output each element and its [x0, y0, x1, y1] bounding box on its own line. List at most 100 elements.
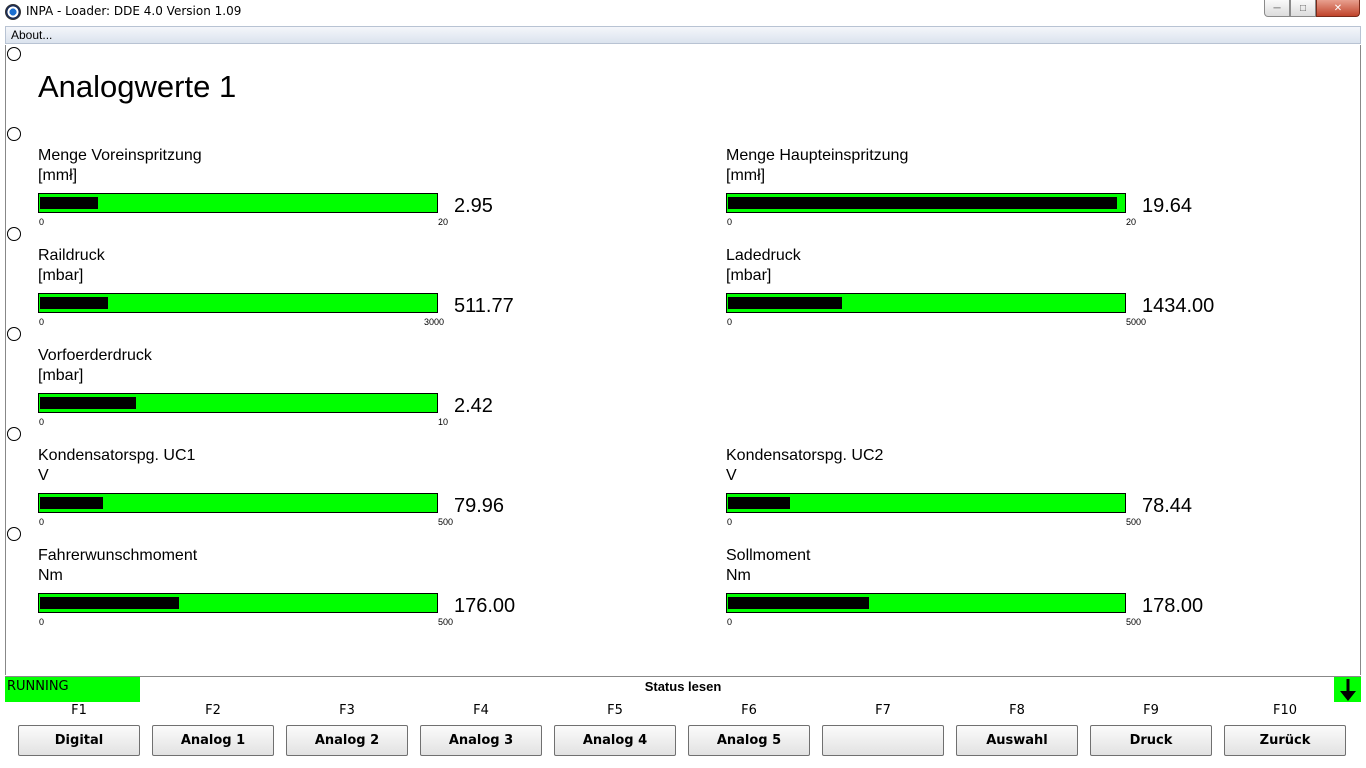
gauge-label: Kondensatorspg. UC2	[726, 447, 884, 464]
minimize-button[interactable]: ─	[1264, 0, 1290, 17]
druck-button[interactable]: Druck	[1090, 725, 1212, 756]
gauge-min: 0	[727, 617, 733, 627]
fkey-f2: F2 Analog 1	[152, 702, 274, 758]
main-panel: Analogwerte 1 Menge Voreinspritzung [mmł…	[5, 45, 1361, 675]
fkey-label: F6	[741, 703, 757, 718]
title-bar: INPA - Loader: DDE 4.0 Version 1.09 ─ □ …	[0, 0, 1366, 26]
gauge-fill	[728, 297, 842, 309]
gauge-max: 500	[1126, 617, 1142, 627]
gauge-bar	[726, 593, 1126, 613]
gauge-value: 511.77	[454, 295, 514, 317]
gauge-fill	[728, 197, 1117, 209]
gauge: Kondensatorspg. UC2 V 78.44 0 500	[726, 447, 1226, 537]
f7-button[interactable]	[822, 725, 944, 756]
radio-button[interactable]	[7, 227, 21, 241]
gauge-min: 0	[727, 317, 733, 327]
gauge-unit: Nm	[38, 567, 63, 584]
gauge-bar	[38, 193, 438, 213]
gauge-fill	[40, 397, 136, 409]
gauge-unit: Nm	[726, 567, 751, 584]
radio-button[interactable]	[7, 47, 21, 61]
gauge-unit: V	[38, 467, 49, 484]
radio-button[interactable]	[7, 527, 21, 541]
gauge-value: 178.00	[1142, 595, 1204, 617]
gauge-fill	[40, 197, 98, 209]
gauge-value: 79.96	[454, 495, 505, 517]
fkey-label: F3	[339, 703, 355, 718]
gauge-label: Menge Voreinspritzung	[38, 147, 202, 164]
fkey-f6: F6 Analog 5	[688, 702, 810, 758]
gauge-max: 500	[438, 517, 454, 527]
gauge: Sollmoment Nm 178.00 0 500	[726, 547, 1226, 637]
maximize-button[interactable]: □	[1290, 0, 1316, 17]
gauge-max: 20	[438, 217, 449, 227]
gauge-value: 2.95	[454, 195, 493, 217]
gauge-max: 10	[438, 417, 449, 427]
gauge-unit: [mbar]	[726, 267, 772, 284]
gauge-min: 0	[39, 417, 45, 427]
radio-button[interactable]	[7, 127, 21, 141]
gauge-min: 0	[727, 217, 733, 227]
gauge: Menge Haupteinspritzung [mmł] 19.64 0 20	[726, 147, 1226, 237]
gauge-max: 500	[438, 617, 454, 627]
gauge-bar	[726, 493, 1126, 513]
fkey-f1: F1 Digital	[18, 702, 140, 758]
fkey-label: F10	[1272, 703, 1298, 718]
gauge-max: 20	[1126, 217, 1137, 227]
analog-5-button[interactable]: Analog 5	[688, 725, 810, 756]
close-button[interactable]: ✕	[1316, 0, 1360, 17]
gauge: Kondensatorspg. UC1 V 79.96 0 500	[38, 447, 538, 537]
gauge-fill	[728, 597, 869, 609]
scroll-down-button[interactable]	[1334, 677, 1361, 703]
gauge-unit: [mmł]	[38, 167, 78, 184]
gauge-min: 0	[39, 617, 45, 627]
gauge: Ladedruck [mbar] 1434.00 0 5000	[726, 247, 1226, 337]
menu-bar: About...	[5, 26, 1361, 44]
gauge-value: 78.44	[1142, 495, 1193, 517]
gauge: Vorfoerderdruck [mbar] 2.42 0 10	[38, 347, 538, 437]
gauge-fill	[40, 297, 108, 309]
gauge-label: Raildruck	[38, 247, 105, 264]
radio-button[interactable]	[7, 427, 21, 441]
gauge: Raildruck [mbar] 511.77 0 3000	[38, 247, 538, 337]
radio-button[interactable]	[7, 327, 21, 341]
gauge-min: 0	[39, 517, 45, 527]
digital-button[interactable]: Digital	[18, 725, 140, 756]
fkey-label: F7	[875, 703, 891, 718]
gauge-label: Ladedruck	[726, 247, 801, 264]
gauge-value: 176.00	[454, 595, 516, 617]
gauge-bar	[38, 393, 438, 413]
gauge-bar	[38, 493, 438, 513]
fkey-f10: F10 Zurück	[1224, 702, 1346, 758]
gauge: Fahrerwunschmoment Nm 176.00 0 500	[38, 547, 538, 637]
fkey-label: F1	[71, 703, 87, 718]
auswahl-button[interactable]: Auswahl	[956, 725, 1078, 756]
gauge-fill	[40, 497, 103, 509]
gauge-max: 5000	[1126, 317, 1147, 327]
gauge-label: Menge Haupteinspritzung	[726, 147, 909, 164]
fkey-f9: F9 Druck	[1090, 702, 1212, 758]
analog-1-button[interactable]: Analog 1	[152, 725, 274, 756]
down-arrow-icon	[1339, 679, 1356, 701]
analog-2-button[interactable]: Analog 2	[286, 725, 408, 756]
gauge-label: Kondensatorspg. UC1	[38, 447, 196, 464]
menu-about[interactable]: About...	[11, 28, 52, 42]
gauge-max: 500	[1126, 517, 1142, 527]
fkey-f3: F3 Analog 2	[286, 702, 408, 758]
gauge-label: Sollmoment	[726, 547, 811, 564]
analog-4-button[interactable]: Analog 4	[554, 725, 676, 756]
status-text: Status lesen	[644, 679, 722, 694]
gauge-label: Fahrerwunschmoment	[38, 547, 198, 564]
gauge-fill	[728, 497, 790, 509]
gauge-value: 1434.00	[1142, 295, 1215, 317]
fkey-label: F9	[1143, 703, 1159, 718]
gauge-value: 2.42	[454, 395, 493, 417]
gauge-label: Vorfoerderdruck	[38, 347, 152, 364]
gauge: Menge Voreinspritzung [mmł] 2.95 0 20	[38, 147, 538, 237]
function-key-bar: F1 Digital F2 Analog 1 F3 Analog 2 F4 An…	[5, 702, 1361, 762]
analog-3-button[interactable]: Analog 3	[420, 725, 542, 756]
gauge-unit: [mbar]	[38, 367, 84, 384]
fkey-label: F5	[607, 703, 623, 718]
zurueck-button[interactable]: Zurück	[1224, 725, 1346, 756]
fkey-f4: F4 Analog 3	[420, 702, 542, 758]
